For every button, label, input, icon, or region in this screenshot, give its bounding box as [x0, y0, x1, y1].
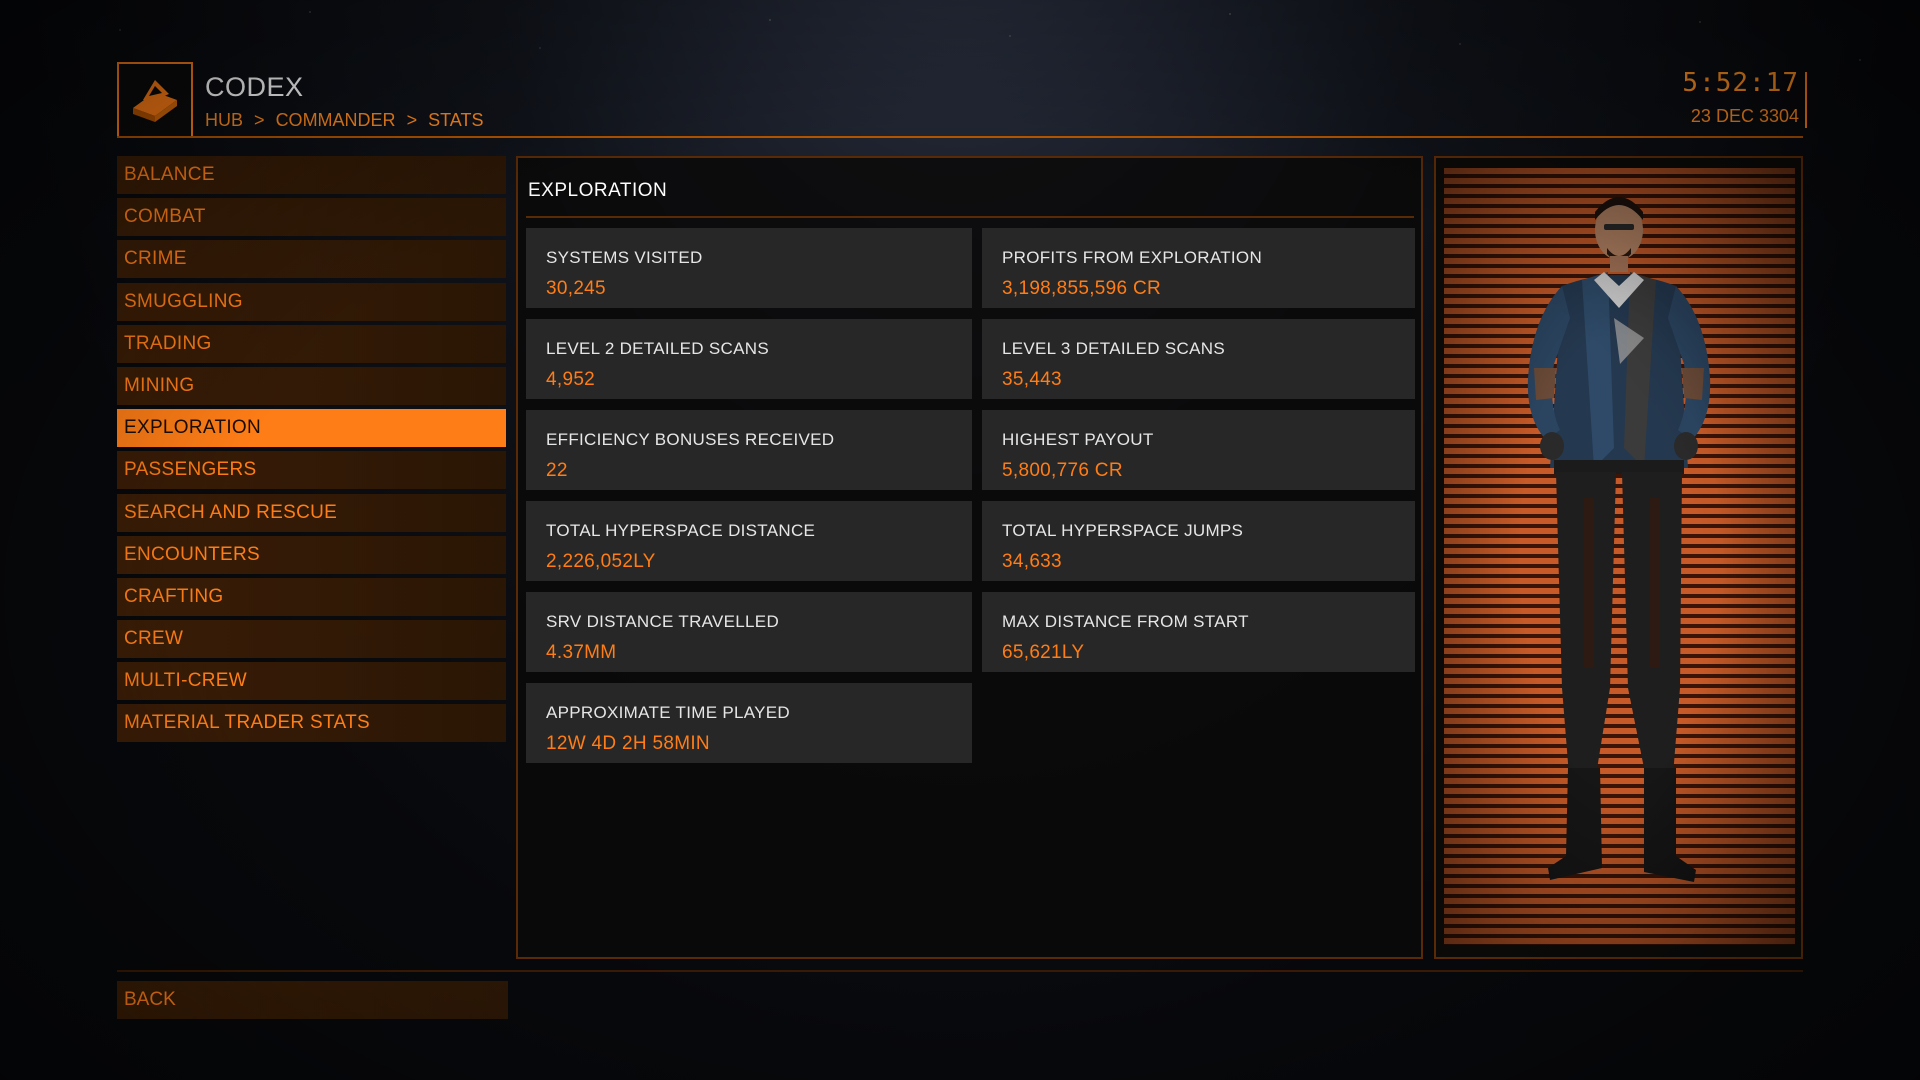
stat-value: 22 — [546, 460, 568, 481]
stat-value: 4,952 — [546, 369, 596, 390]
stat-label: APPROXIMATE TIME PLAYED — [546, 703, 791, 722]
stat-value: 35,443 — [1002, 369, 1062, 390]
panel-divider — [526, 216, 1414, 218]
stat-label: LEVEL 2 DETAILED SCANS — [546, 339, 769, 358]
stat-card: APPROXIMATE TIME PLAYED 12W 4D 2H 58MIN — [526, 683, 972, 763]
breadcrumb-separator: > — [254, 110, 265, 130]
stat-card: HIGHEST PAYOUT 5,800,776 CR — [982, 410, 1415, 490]
breadcrumb: HUB > COMMANDER > STATS — [205, 110, 489, 131]
nav-item-smuggling[interactable]: SMUGGLING — [117, 282, 506, 321]
nav-item-material-trader-stats[interactable]: MATERIAL TRADER STATS — [117, 704, 506, 743]
stat-label: LEVEL 3 DETAILED SCANS — [1002, 339, 1225, 358]
nav-item-mining[interactable]: MINING — [117, 366, 506, 405]
nav-item-passengers[interactable]: PASSENGERS — [117, 451, 506, 490]
nav-item-crime[interactable]: CRIME — [117, 240, 506, 279]
stat-card: MAX DISTANCE FROM START 65,621LY — [982, 592, 1415, 672]
header: CODEX HUB > COMMANDER > STATS 5:52:17 23… — [117, 62, 1807, 138]
nav-item-exploration[interactable]: EXPLORATION — [117, 409, 506, 448]
stat-value: 2,226,052LY — [546, 551, 656, 572]
clock-divider — [1805, 72, 1807, 128]
clock-time: 5:52:17 — [1682, 68, 1799, 98]
commander-portrait — [1444, 168, 1795, 945]
stat-card: EFFICIENCY BONUSES RECEIVED 22 — [526, 410, 972, 490]
stat-label: TOTAL HYPERSPACE DISTANCE — [546, 521, 816, 540]
stat-value: 30,245 — [546, 278, 606, 299]
stat-card: LEVEL 3 DETAILED SCANS 35,443 — [982, 319, 1415, 399]
breadcrumb-commander[interactable]: COMMANDER — [276, 110, 396, 130]
nav-item-trading[interactable]: TRADING — [117, 324, 506, 363]
stat-value: 3,198,855,596 CR — [1002, 278, 1162, 299]
stat-card: LEVEL 2 DETAILED SCANS 4,952 — [526, 319, 972, 399]
footer-divider — [117, 970, 1803, 972]
clock-date: 23 DEC 3304 — [1690, 106, 1799, 126]
page-title: CODEX — [205, 72, 304, 102]
back-button[interactable]: BACK — [117, 981, 508, 1019]
nav-item-crew[interactable]: CREW — [117, 620, 506, 659]
stats-panel: EXPLORATION SYSTEMS VISITED 30,245 PROFI… — [516, 156, 1423, 959]
nav-item-encounters[interactable]: ENCOUNTERS — [117, 535, 506, 574]
stat-label: SYSTEMS VISITED — [546, 248, 703, 267]
stat-label: TOTAL HYPERSPACE JUMPS — [1002, 521, 1244, 540]
stat-card: SRV DISTANCE TRAVELLED 4.37MM — [526, 592, 972, 672]
nav-item-search-and-rescue[interactable]: SEARCH AND RESCUE — [117, 493, 506, 532]
stat-value: 4.37MM — [546, 642, 617, 663]
nav-item-multi-crew[interactable]: MULTI-CREW — [117, 662, 506, 701]
stats-category-nav: BALANCE COMBAT CRIME SMUGGLING TRADING M… — [117, 156, 506, 747]
stat-label: SRV DISTANCE TRAVELLED — [546, 612, 780, 631]
breadcrumb-stats: STATS — [428, 110, 484, 130]
stat-card: TOTAL HYPERSPACE JUMPS 34,633 — [982, 501, 1415, 581]
stat-value: 5,800,776 CR — [1002, 460, 1123, 481]
commander-portrait-frame — [1434, 156, 1803, 959]
stat-card: TOTAL HYPERSPACE DISTANCE 2,226,052LY — [526, 501, 972, 581]
stat-label: MAX DISTANCE FROM START — [1002, 612, 1249, 631]
stat-label: HIGHEST PAYOUT — [1002, 430, 1154, 449]
breadcrumb-hub[interactable]: HUB — [205, 110, 243, 130]
nav-item-combat[interactable]: COMBAT — [117, 198, 506, 237]
stat-value: 34,633 — [1002, 551, 1062, 572]
stat-label: PROFITS FROM EXPLORATION — [1002, 248, 1263, 267]
codex-book-icon — [117, 62, 193, 138]
stat-card: SYSTEMS VISITED 30,245 — [526, 228, 972, 308]
nav-item-crafting[interactable]: CRAFTING — [117, 577, 506, 616]
nav-item-balance[interactable]: BALANCE — [117, 156, 506, 194]
stat-value: 65,621LY — [1002, 642, 1085, 663]
stat-value: 12W 4D 2H 58MIN — [546, 733, 710, 754]
stat-card: PROFITS FROM EXPLORATION 3,198,855,596 C… — [982, 228, 1415, 308]
breadcrumb-separator: > — [406, 110, 418, 130]
header-divider — [117, 136, 1803, 138]
panel-title: EXPLORATION — [528, 180, 668, 201]
stat-label: EFFICIENCY BONUSES RECEIVED — [546, 430, 835, 449]
